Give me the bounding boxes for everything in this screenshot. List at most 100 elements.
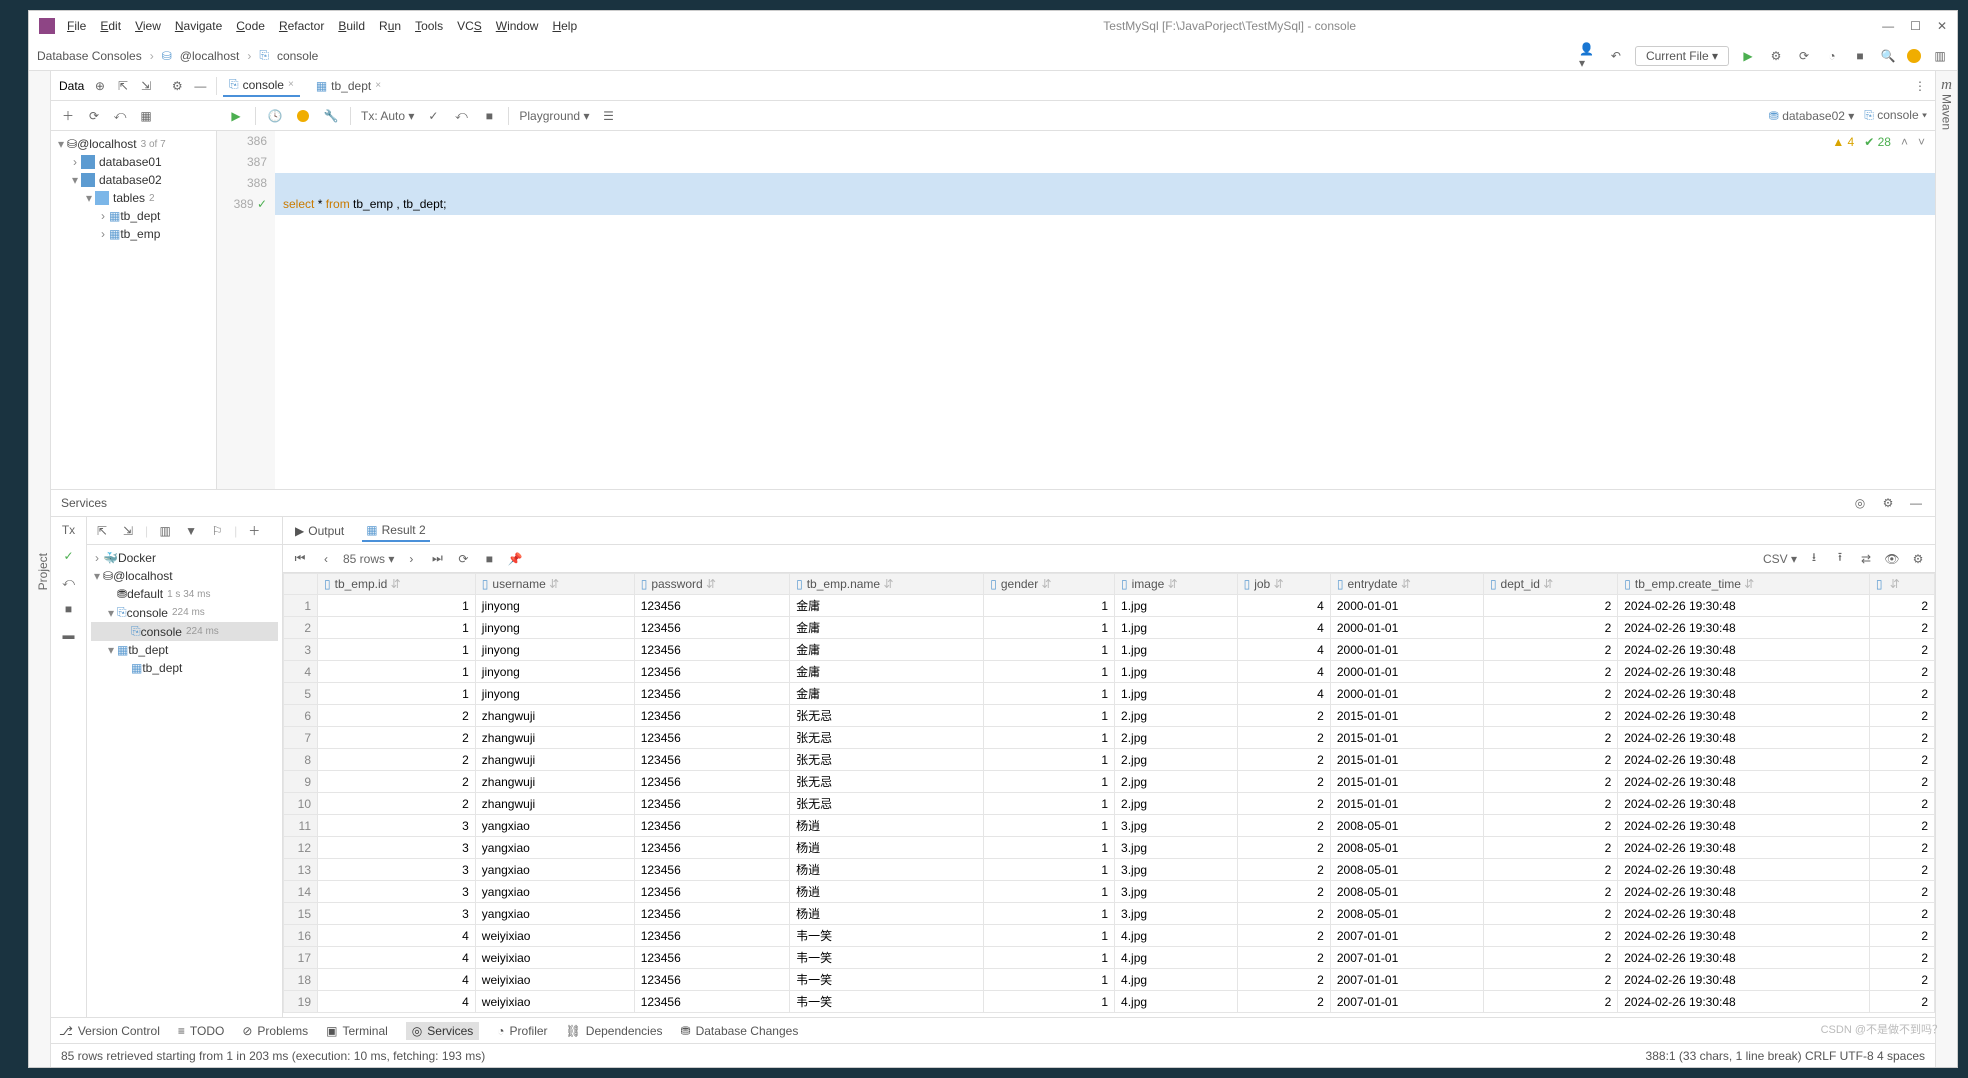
table-row[interactable]: 17 4weiyixiao123456韦一笑 14.jpg22007-01-01… (284, 947, 1935, 969)
table-row[interactable]: 10 2zhangwuji123456张无忌 12.jpg22015-01-01… (284, 793, 1935, 815)
chevron-right-icon[interactable]: › (97, 209, 109, 223)
last-page-icon[interactable]: ⏭ (428, 550, 446, 568)
tree-node[interactable]: database02 (99, 173, 162, 187)
tree-node[interactable]: console (141, 625, 182, 639)
output-tab[interactable]: ▶ Output (291, 521, 348, 541)
stop-icon[interactable]: ■ (480, 550, 498, 568)
expand-icon[interactable]: ⇱ (115, 77, 130, 95)
column-header[interactable]: ▯tb_emp.id ⇵ (318, 574, 476, 595)
console-select[interactable]: ⎘ console ▾ (1864, 108, 1927, 123)
user-icon[interactable]: 👤▾ (1579, 47, 1597, 65)
tree-node[interactable]: tb_dept (128, 643, 168, 657)
tree-node[interactable]: tables (113, 191, 145, 205)
upload-icon[interactable]: ⭱ (1831, 550, 1849, 568)
layout-icon[interactable]: ☰ (599, 107, 617, 125)
next-page-icon[interactable]: › (402, 550, 420, 568)
table-row[interactable]: 5 1jinyong123456金庸 11.jpg42000-01-01 220… (284, 683, 1935, 705)
gear-icon[interactable]: ⚙ (1879, 494, 1897, 512)
tree-node[interactable]: console (127, 606, 168, 620)
chevron-down-icon[interactable]: ▾ (69, 173, 81, 187)
table-row[interactable]: 13 3yangxiao123456杨逍 13.jpg22008-05-01 2… (284, 859, 1935, 881)
column-header[interactable]: ▯entrydate ⇵ (1330, 574, 1483, 595)
breadcrumb-item[interactable]: Database Consoles (37, 49, 142, 63)
menu-navigate[interactable]: Navigate (175, 19, 222, 33)
tree-node[interactable]: @localhost (113, 569, 173, 583)
menu-tools[interactable]: Tools (415, 19, 443, 33)
db-changes-button[interactable]: ⛃ Database Changes (681, 1024, 799, 1038)
terminal-button[interactable]: ▣ Terminal (326, 1024, 388, 1038)
project-tool-button[interactable]: Project (36, 553, 50, 590)
tree-node[interactable]: tb_emp (120, 227, 160, 241)
menu-run[interactable]: Run (379, 19, 401, 33)
tree-node[interactable]: @localhost (77, 137, 137, 151)
table-row[interactable]: 18 4weiyixiao123456韦一笑 14.jpg22007-01-01… (284, 969, 1935, 991)
run-config-select[interactable]: Current File ▾ (1635, 46, 1729, 66)
menu-build[interactable]: Build (338, 19, 365, 33)
sql-editor[interactable]: ▲ 4 ✔ 28 ˄ ˅ 386387388 389 ✓ se (217, 131, 1935, 489)
chevron-down-icon[interactable]: ▾ (83, 191, 95, 205)
gear-icon[interactable]: ⚙ (1909, 550, 1927, 568)
compare-icon[interactable]: ⇄ (1857, 550, 1875, 568)
more-icon[interactable]: ⋮ (1911, 77, 1929, 95)
menu-file[interactable]: File (67, 19, 86, 33)
collapse-all-icon[interactable]: ⇲ (119, 522, 137, 540)
table-row[interactable]: 4 1jinyong123456金庸 11.jpg42000-01-01 220… (284, 661, 1935, 683)
menu-edit[interactable]: Edit (100, 19, 121, 33)
table-row[interactable]: 11 3yangxiao123456杨逍 13.jpg22008-05-01 2… (284, 815, 1935, 837)
menu-window[interactable]: Window (496, 19, 539, 33)
first-page-icon[interactable]: ⏮ (291, 550, 309, 568)
coverage-icon[interactable]: ⟳ (1795, 47, 1813, 65)
menu-refactor[interactable]: Refactor (279, 19, 324, 33)
column-header[interactable]: ▯tb_emp.name ⇵ (790, 574, 984, 595)
table-row[interactable]: 14 3yangxiao123456杨逍 13.jpg22008-05-01 2… (284, 881, 1935, 903)
settings-stripe-icon[interactable]: ▥ (1931, 47, 1949, 65)
maven-tool-button[interactable]: m (1941, 77, 1952, 94)
table-row[interactable]: 8 2zhangwuji123456张无忌 12.jpg22015-01-01 … (284, 749, 1935, 771)
minimize-icon[interactable]: — (1882, 19, 1894, 33)
run-icon[interactable]: ▶ (1739, 47, 1757, 65)
history-icon[interactable]: 🕓 (266, 107, 284, 125)
tree-node[interactable]: tb_dept (120, 209, 160, 223)
table-row[interactable]: 3 1jinyong123456金庸 11.jpg42000-01-01 220… (284, 639, 1935, 661)
table-row[interactable]: 6 2zhangwuji123456张无忌 12.jpg22015-01-01 … (284, 705, 1935, 727)
up-icon[interactable]: ˄ (1901, 135, 1908, 149)
column-header[interactable]: ▯ ⇵ (1869, 574, 1934, 595)
add-icon[interactable]: ＋ (59, 107, 77, 125)
table-row[interactable]: 15 3yangxiao123456杨逍 13.jpg22008-05-01 2… (284, 903, 1935, 925)
code-area[interactable]: select * from tb_emp , tb_dept; (275, 131, 1935, 489)
expand-all-icon[interactable]: ⇱ (93, 522, 111, 540)
playground-select[interactable]: Playground ▾ (519, 109, 589, 123)
table-row[interactable]: 19 4weiyixiao123456韦一笑 14.jpg22007-01-01… (284, 991, 1935, 1013)
commit-icon[interactable]: ✓ (424, 107, 442, 125)
schema-select[interactable]: ⛃ database02 ▾ (1769, 109, 1855, 123)
chevron-down-icon[interactable]: ▾ (55, 137, 67, 151)
table-row[interactable]: 1 1jinyong123456金庸 11.jpg42000-01-01 220… (284, 595, 1935, 617)
menu-view[interactable]: View (135, 19, 161, 33)
hide-icon[interactable]: — (1907, 494, 1925, 512)
table-row[interactable]: 16 4weiyixiao123456韦一笑 14.jpg22007-01-01… (284, 925, 1935, 947)
explain-icon[interactable] (297, 110, 309, 122)
tab-tbdept[interactable]: ▦ tb_dept × (310, 76, 387, 96)
pin-icon[interactable]: 📌 (506, 550, 524, 568)
back-icon[interactable]: ↶ (1607, 47, 1625, 65)
tree-node[interactable]: database01 (99, 155, 162, 169)
rollback-icon[interactable]: ⤺ (452, 107, 470, 125)
rollback-icon[interactable]: ⤺ (62, 575, 75, 590)
reload-icon[interactable]: ⟳ (454, 550, 472, 568)
export-format-select[interactable]: CSV ▾ (1763, 552, 1797, 566)
tx-mode-select[interactable]: Tx: Auto ▾ (361, 109, 414, 123)
layout-icon[interactable]: ▬ (63, 628, 75, 642)
tab-console[interactable]: ⎘ console × (223, 74, 300, 97)
table-row[interactable]: 7 2zhangwuji123456张无忌 12.jpg22015-01-01 … (284, 727, 1935, 749)
filter-icon[interactable]: ▦ (137, 107, 155, 125)
stop-icon[interactable]: ■ (65, 602, 72, 616)
profile-icon[interactable]: ◔ (1823, 47, 1841, 65)
column-header[interactable]: ▯image ⇵ (1115, 574, 1238, 595)
profiler-button[interactable]: ◔ Profiler (497, 1024, 547, 1038)
tree-node[interactable]: Docker (118, 551, 156, 565)
problems-button[interactable]: ⊘ Problems (242, 1024, 308, 1038)
rollback-icon[interactable]: ⤺ (111, 107, 129, 125)
breadcrumb-item[interactable]: @localhost (180, 49, 240, 63)
breadcrumb-item[interactable]: console (277, 49, 318, 63)
version-control-button[interactable]: ⎇ Version Control (59, 1024, 160, 1038)
